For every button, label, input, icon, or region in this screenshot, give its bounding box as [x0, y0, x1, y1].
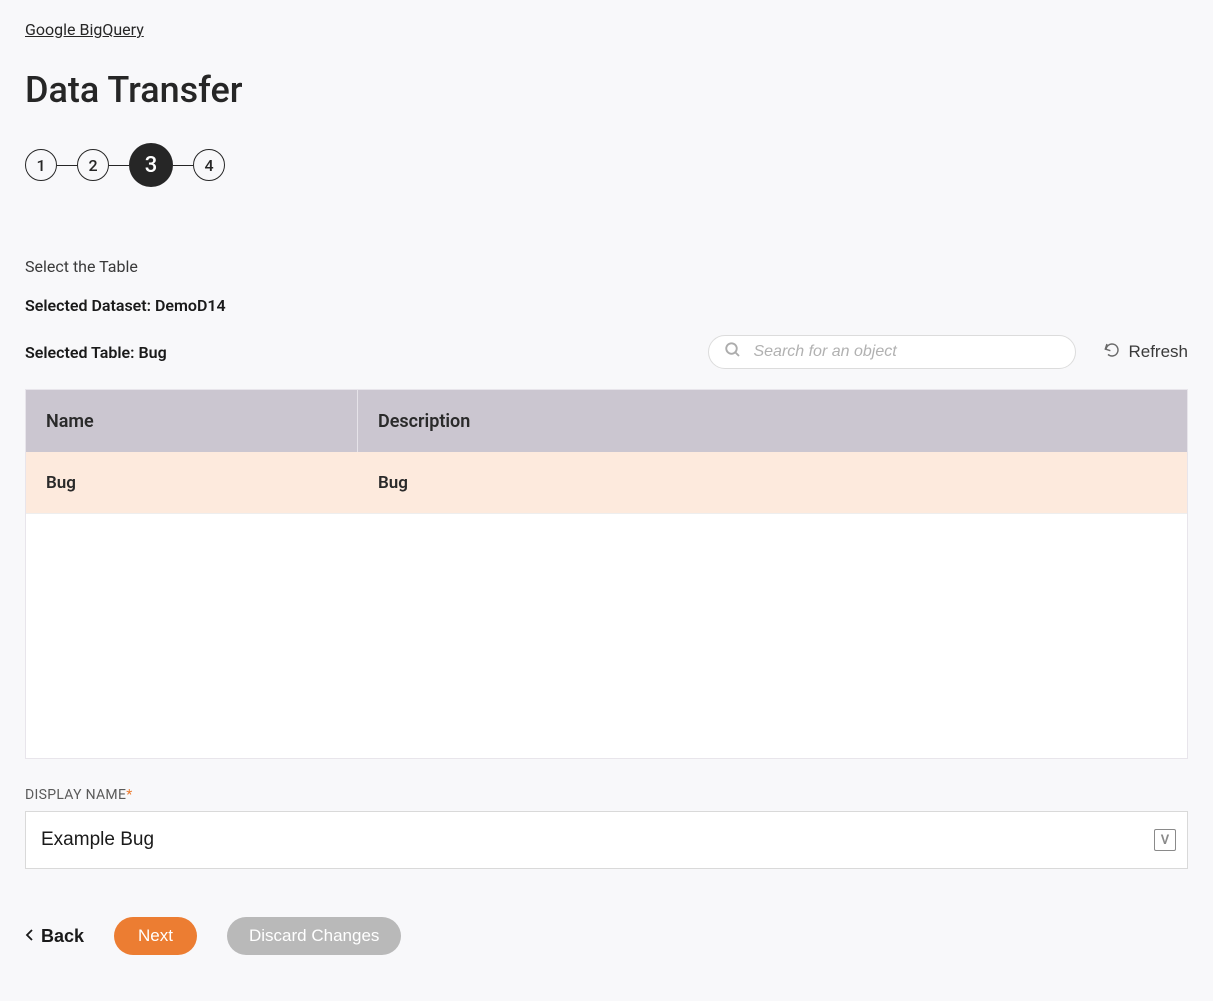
refresh-button[interactable]: Refresh: [1104, 342, 1188, 363]
back-label: Back: [41, 926, 84, 947]
step-4[interactable]: 4: [193, 149, 225, 181]
step-connector: [173, 165, 193, 166]
display-name-input[interactable]: [25, 811, 1188, 869]
page-title: Data Transfer: [25, 69, 1188, 111]
display-name-label: DISPLAY NAME*: [25, 787, 1188, 803]
variable-picker-icon[interactable]: V: [1154, 829, 1176, 851]
step-connector: [109, 165, 129, 166]
next-button[interactable]: Next: [114, 917, 197, 955]
table-header: Name Description: [26, 390, 1187, 452]
step-connector: [57, 165, 77, 166]
table-container: Name Description Bug Bug: [25, 389, 1188, 759]
cell-description: Bug: [358, 452, 1187, 513]
column-header-name[interactable]: Name: [26, 390, 358, 452]
refresh-label: Refresh: [1128, 342, 1188, 362]
section-label: Select the Table: [25, 257, 1188, 276]
discard-button[interactable]: Discard Changes: [227, 917, 401, 955]
step-1[interactable]: 1: [25, 149, 57, 181]
selected-dataset: Selected Dataset: DemoD14: [25, 296, 1188, 315]
step-indicator: 1 2 3 4: [25, 143, 1188, 187]
breadcrumb-link[interactable]: Google BigQuery: [25, 20, 144, 39]
search-input[interactable]: [708, 335, 1076, 369]
back-button[interactable]: Back: [25, 926, 84, 947]
selected-table: Selected Table: Bug: [25, 343, 167, 362]
column-header-description[interactable]: Description: [358, 390, 1187, 452]
cell-name: Bug: [26, 452, 358, 513]
step-2[interactable]: 2: [77, 149, 109, 181]
chevron-left-icon: [25, 926, 35, 947]
required-indicator: *: [126, 787, 132, 803]
search-icon: [724, 341, 742, 363]
action-row: Back Next Discard Changes: [25, 917, 1188, 955]
step-3[interactable]: 3: [129, 143, 173, 187]
refresh-icon: [1104, 342, 1120, 363]
table-row[interactable]: Bug Bug: [26, 452, 1187, 514]
search-wrap: [708, 335, 1076, 369]
